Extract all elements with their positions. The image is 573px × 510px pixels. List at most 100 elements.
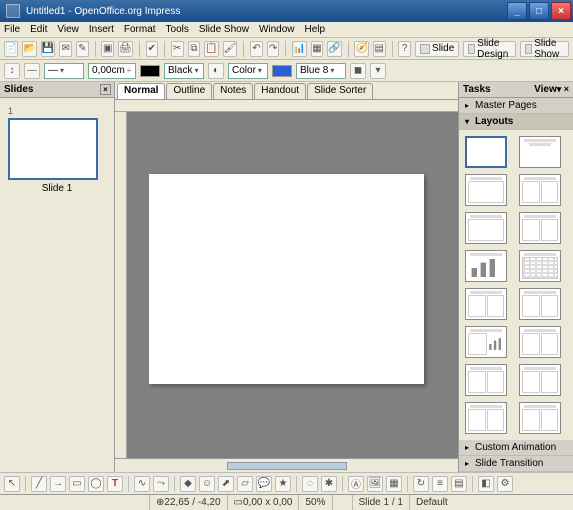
menu-slideshow[interactable]: Slide Show xyxy=(199,24,249,35)
line-style-select[interactable]: —▾ xyxy=(44,63,84,79)
print-icon[interactable]: 🖨 xyxy=(118,41,133,57)
zoomgal-icon[interactable]: ▤ xyxy=(373,41,386,57)
new-icon[interactable]: 📄 xyxy=(4,41,18,57)
copy-icon[interactable]: ⧉ xyxy=(188,41,201,57)
shadow-icon[interactable]: ◼ xyxy=(350,63,366,79)
line-color-select[interactable]: Black▾ xyxy=(164,63,204,79)
layout-thumb[interactable] xyxy=(519,212,561,244)
tab-handout[interactable]: Handout xyxy=(254,83,306,99)
slides-panel-close-icon[interactable]: × xyxy=(100,84,111,95)
horizontal-scrollbar[interactable] xyxy=(115,458,458,472)
stars-icon[interactable]: ★ xyxy=(275,476,291,492)
layout-two-content[interactable] xyxy=(519,174,561,206)
block-arrows-icon[interactable]: ⬈ xyxy=(218,476,234,492)
layout-thumb[interactable] xyxy=(465,288,507,320)
menu-window[interactable]: Window xyxy=(259,24,295,35)
rotate-icon[interactable]: ↻ xyxy=(413,476,429,492)
format-paint-icon[interactable]: 🖌 xyxy=(223,41,238,57)
tab-normal[interactable]: Normal xyxy=(117,83,165,99)
select-icon[interactable]: ↖ xyxy=(4,476,20,492)
tab-outline[interactable]: Outline xyxy=(166,83,212,99)
callout-icon[interactable]: 💬 xyxy=(256,476,272,492)
layout-chart[interactable] xyxy=(465,250,507,282)
status-zoom[interactable]: 50% xyxy=(299,495,332,510)
gallery2-icon[interactable]: ▦ xyxy=(386,476,402,492)
slide-1-thumbnail[interactable] xyxy=(8,118,98,180)
slide-canvas-area[interactable] xyxy=(115,100,458,458)
close-button[interactable]: × xyxy=(551,2,571,20)
layout-thumb[interactable] xyxy=(519,402,561,434)
flowchart-icon[interactable]: ▱ xyxy=(237,476,253,492)
maximize-button[interactable]: □ xyxy=(529,2,549,20)
chart-icon[interactable]: 📊 xyxy=(292,41,306,57)
status-page-style[interactable]: Default xyxy=(410,495,573,510)
edit-doc-icon[interactable]: ✎ xyxy=(76,41,89,57)
layout-title[interactable] xyxy=(519,136,561,168)
task-slide-transition[interactable]: ▸Slide Transition xyxy=(459,456,573,472)
menu-insert[interactable]: Insert xyxy=(89,24,114,35)
rect-icon[interactable]: ▭ xyxy=(69,476,85,492)
menu-format[interactable]: Format xyxy=(124,24,156,35)
minimize-button[interactable]: _ xyxy=(507,2,527,20)
gluepoints-icon[interactable]: ✱ xyxy=(321,476,337,492)
tab-notes[interactable]: Notes xyxy=(213,83,253,99)
layout-thumb[interactable] xyxy=(519,364,561,396)
points-icon[interactable]: ◌ xyxy=(302,476,318,492)
arrange-icon[interactable]: ▤ xyxy=(451,476,467,492)
ellipse-icon[interactable]: ◯ xyxy=(88,476,104,492)
line-width-input[interactable]: 0,00cm÷ xyxy=(88,63,136,79)
slide-show-button[interactable]: Slide Show xyxy=(520,41,569,57)
layout-thumb[interactable] xyxy=(465,402,507,434)
tab-slidesorter[interactable]: Slide Sorter xyxy=(307,83,373,99)
spellcheck-icon[interactable]: ✔ xyxy=(146,41,159,57)
redo-icon[interactable]: ↷ xyxy=(267,41,280,57)
fill-type-select[interactable]: Color▾ xyxy=(228,63,268,79)
slide-canvas[interactable] xyxy=(149,174,424,384)
navigator-icon[interactable]: 🧭 xyxy=(354,41,368,57)
layout-thumb[interactable] xyxy=(465,212,507,244)
undo-icon[interactable]: ↶ xyxy=(250,41,263,57)
menu-view[interactable]: View xyxy=(57,24,79,35)
line-color-swatch[interactable] xyxy=(140,65,160,77)
slide-button[interactable]: Slide xyxy=(415,41,459,57)
align-icon[interactable]: ≡ xyxy=(432,476,448,492)
pdf-icon[interactable]: ▣ xyxy=(101,41,114,57)
interaction-icon[interactable]: ⚙ xyxy=(497,476,513,492)
layout-blank[interactable] xyxy=(465,136,507,168)
save-icon[interactable]: 💾 xyxy=(41,41,55,57)
menu-tools[interactable]: Tools xyxy=(166,24,189,35)
fill-color-swatch[interactable] xyxy=(272,65,292,77)
misc-icon[interactable]: ▾ xyxy=(370,63,386,79)
hyperlink-icon[interactable]: 🔗 xyxy=(327,41,341,57)
menu-help[interactable]: Help xyxy=(305,24,326,35)
help-icon[interactable]: ? xyxy=(398,41,411,57)
cut-icon[interactable]: ✂ xyxy=(171,41,184,57)
task-master-pages[interactable]: ▸Master Pages xyxy=(459,98,573,114)
basic-shapes-icon[interactable]: ◆ xyxy=(180,476,196,492)
menu-file[interactable]: File xyxy=(4,24,20,35)
fill-icon[interactable]: ◐ xyxy=(208,63,224,79)
fontwork-icon[interactable]: Ⓐ xyxy=(348,476,364,492)
layout-title-content[interactable] xyxy=(465,174,507,206)
task-custom-animation[interactable]: ▸Custom Animation xyxy=(459,440,573,456)
layout-thumb[interactable] xyxy=(519,288,561,320)
connector-icon[interactable]: ⤳ xyxy=(153,476,169,492)
layout-table[interactable] xyxy=(519,250,561,282)
layout-thumb[interactable] xyxy=(465,326,507,358)
mail-icon[interactable]: ✉ xyxy=(59,41,72,57)
task-layouts[interactable]: ▾Layouts xyxy=(459,114,573,130)
curve-icon[interactable]: ∿ xyxy=(134,476,150,492)
from-file-icon[interactable]: 🖼 xyxy=(367,476,383,492)
arrow-line-icon[interactable]: → xyxy=(50,476,66,492)
extrusion-icon[interactable]: ◧ xyxy=(478,476,494,492)
text-icon[interactable]: T xyxy=(107,476,123,492)
slide-design-button[interactable]: Slide Design xyxy=(463,41,516,57)
line-style-icon[interactable]: — xyxy=(24,63,40,79)
arrow-style-icon[interactable]: ↕ xyxy=(4,63,20,79)
open-icon[interactable]: 📂 xyxy=(22,41,36,57)
paste-icon[interactable]: 📋 xyxy=(204,41,218,57)
fill-color-select[interactable]: Blue 8▾ xyxy=(296,63,346,79)
table-icon[interactable]: ▦ xyxy=(311,41,324,57)
symbol-shapes-icon[interactable]: ☺ xyxy=(199,476,215,492)
layout-thumb[interactable] xyxy=(465,364,507,396)
